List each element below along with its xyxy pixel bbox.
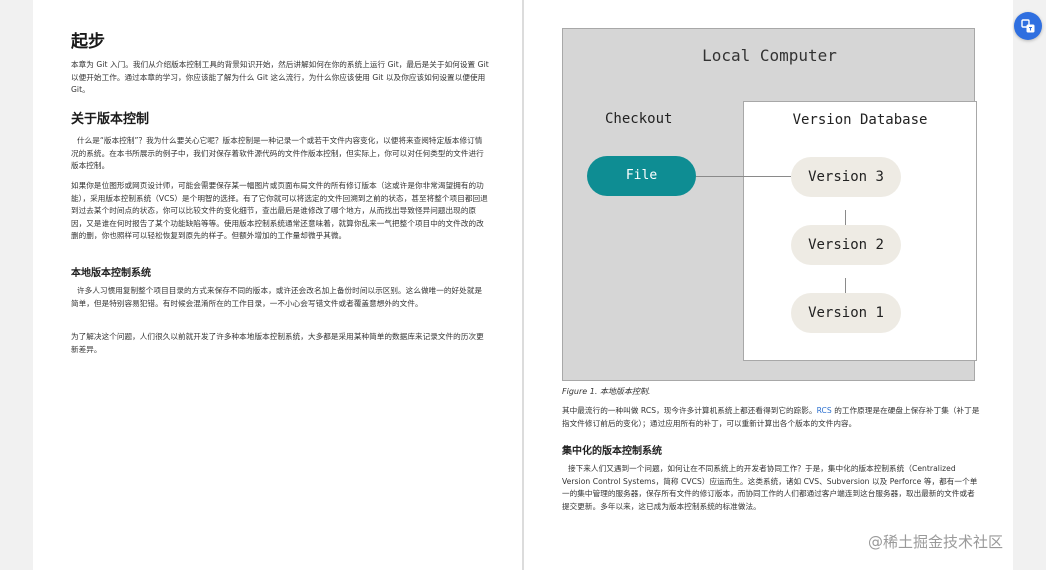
- version-database-box: Version Database Version 3 Version 2 Ver…: [743, 101, 977, 361]
- diagram-title: Local Computer: [702, 46, 837, 65]
- document-viewer: 起步 本章为 Git 入门。我们从介绍版本控制工具的背景知识开始，然后讲解如何在…: [0, 0, 1046, 570]
- paragraph-local-vcs: 为了解决这个问题，人们很久以前就开发了许多种本地版本控制系统，大多都是采用某种简…: [71, 332, 484, 354]
- paragraph-rcs: 其中最流行的一种叫做 RCS，现今许多计算机系统上都还看得到它的踪影。RCS 的…: [562, 405, 980, 430]
- subsection-title-cvcs: 集中化的版本控制系统: [562, 446, 662, 457]
- paragraph-what-is-vcs: 什么是“版本控制”？我为什么要关心它呢？版本控制是一种记录一个或若干文件内容变化…: [71, 136, 484, 171]
- watermark: @稀土掘金技术社区: [868, 533, 1004, 551]
- version-1-node: Version 1: [791, 293, 901, 333]
- section-title: 关于版本控制: [71, 112, 150, 127]
- translate-button[interactable]: [1014, 12, 1042, 40]
- checkout-label: Checkout: [605, 111, 673, 127]
- file-node: File: [587, 156, 696, 196]
- paragraph-copy-directory: 许多人习惯用复制整个项目目录的方式来保存不同的版本，或许还会改名加上备份时间以示…: [71, 286, 483, 308]
- rcs-text-before: 其中最流行的一种叫做 RCS，现今许多计算机系统上都还看得到它的踪影。: [562, 406, 817, 415]
- page-right: Local Computer Checkout Version Database…: [524, 0, 1013, 570]
- translate-icon: [1021, 19, 1035, 33]
- subsection-title-local-vcs: 本地版本控制系统: [71, 268, 151, 279]
- paragraph-vcs-benefits: 如果你是位图形或网页设计师，可能会需要保存某一幅图片或页面布局文件的所有修订版本…: [71, 181, 488, 241]
- chapter-title: 起步: [71, 32, 105, 52]
- figure-caption: Figure 1. 本地版本控制.: [562, 387, 651, 396]
- intro-paragraph: 本章为 Git 入门。我们从介绍版本控制工具的背景知识开始，然后讲解如何在你的系…: [71, 60, 489, 95]
- version-database-label: Version Database: [792, 112, 928, 128]
- version-2-node: Version 2: [791, 225, 901, 265]
- paragraph-cvcs: 接下来人们又遇到一个问题，如何让在不同系统上的开发者协同工作？于是，集中化的版本…: [562, 464, 978, 511]
- rcs-link[interactable]: RCS: [817, 406, 832, 415]
- page-left: 起步 本章为 Git 入门。我们从介绍版本控制工具的背景知识开始，然后讲解如何在…: [33, 0, 522, 570]
- file-to-version-connector: [696, 176, 791, 177]
- local-vcs-diagram: Local Computer Checkout Version Database…: [562, 28, 977, 381]
- version-3-node: Version 3: [791, 157, 901, 197]
